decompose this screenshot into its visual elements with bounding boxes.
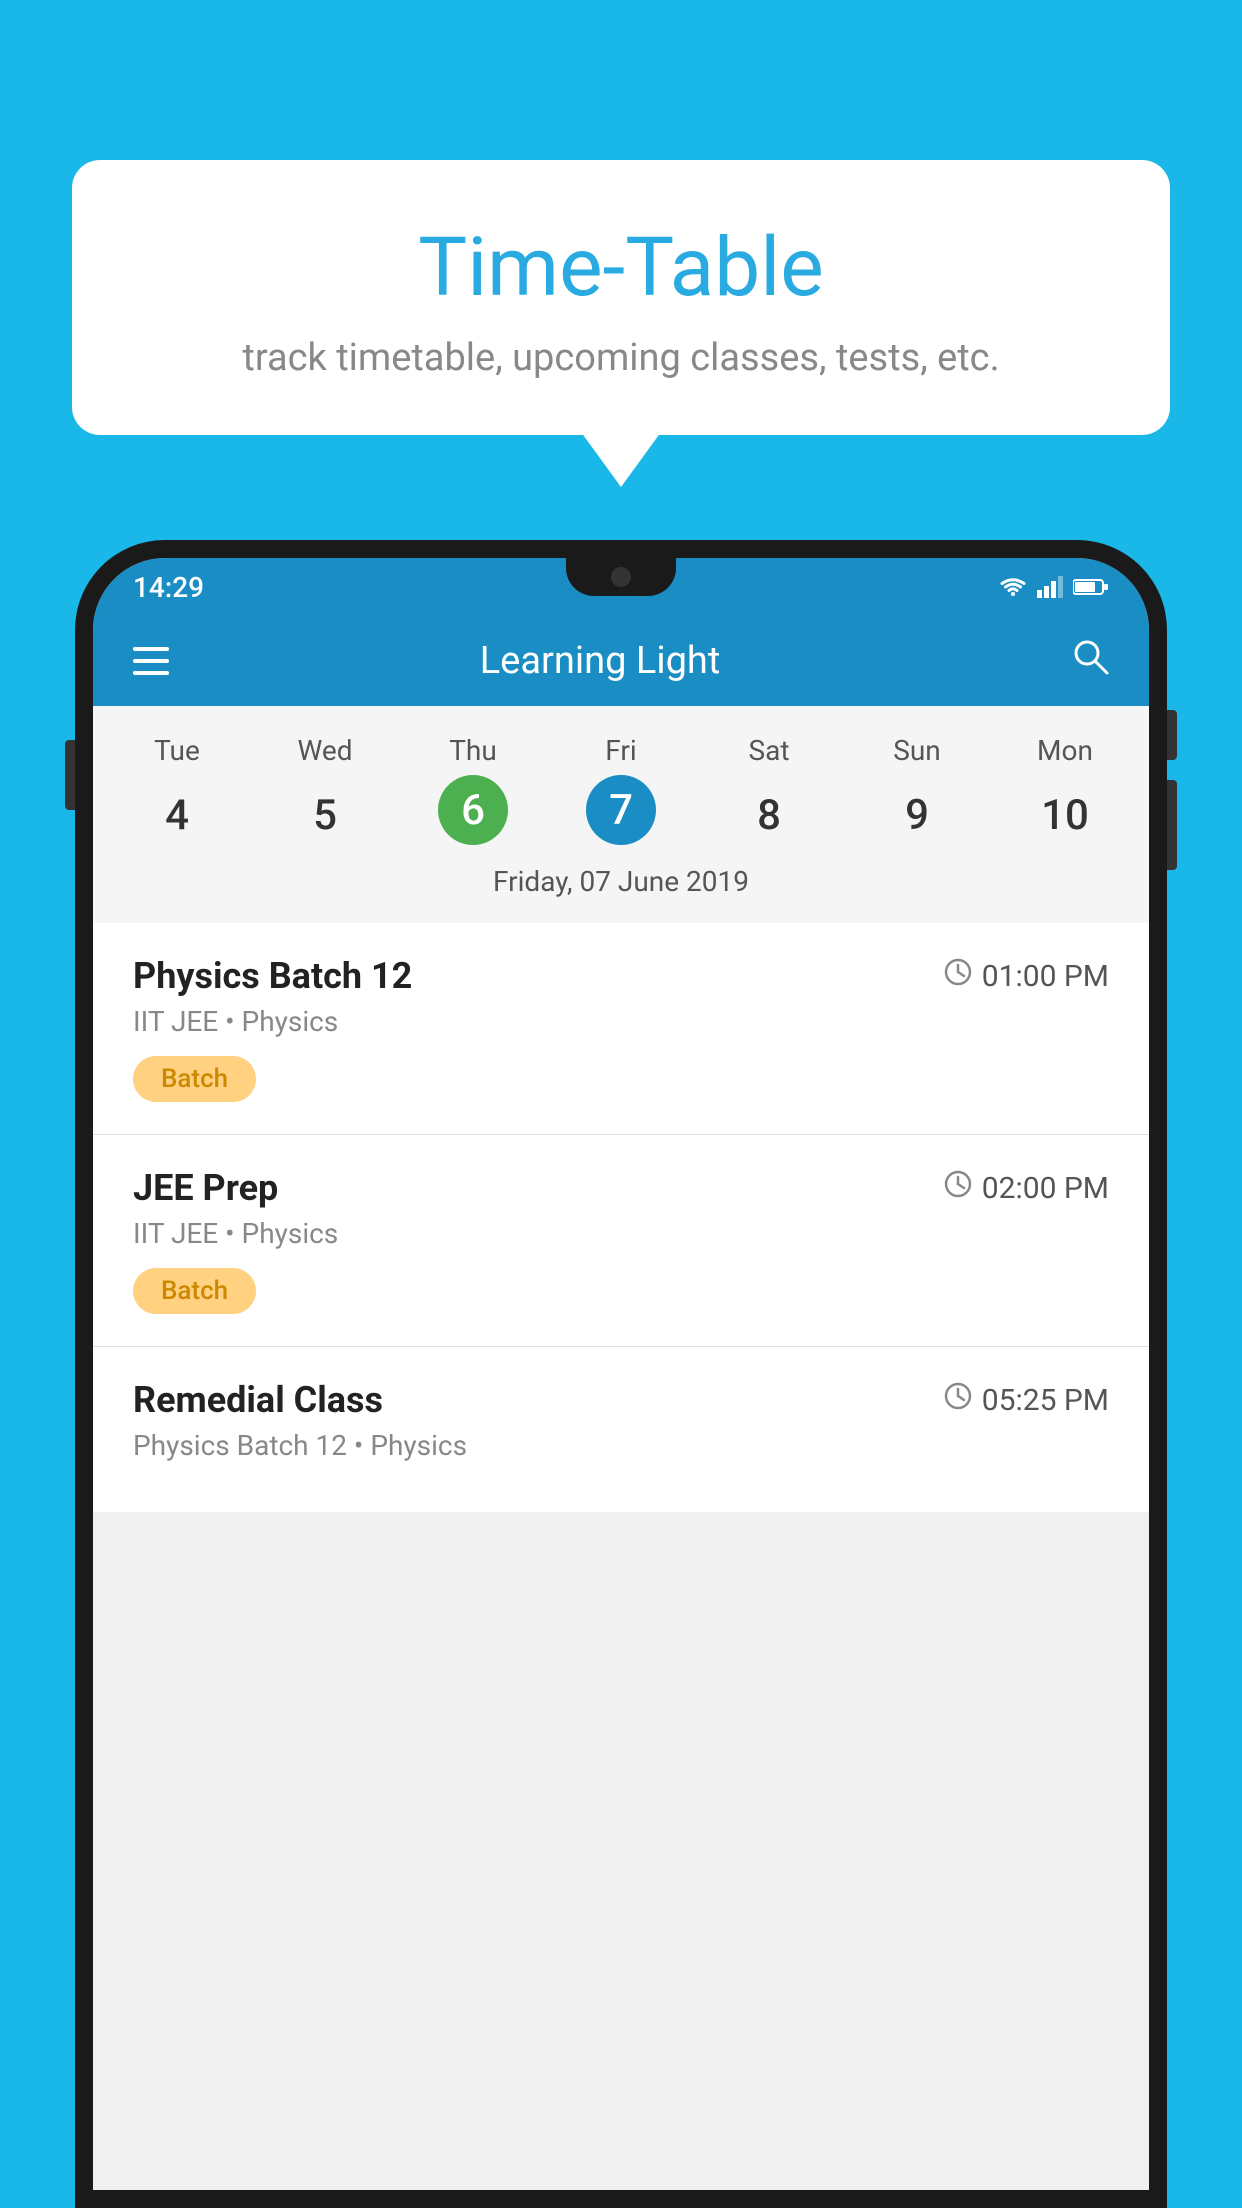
day-name-sun: Sun	[843, 726, 991, 775]
item-title-2: JEE Prep	[133, 1167, 278, 1209]
item-time-3: 05:25 PM	[944, 1382, 1109, 1418]
status-icons	[999, 576, 1109, 598]
clock-icon-2	[944, 1170, 972, 1206]
item-header-2: JEE Prep 02:00 PM	[133, 1167, 1109, 1209]
camera	[611, 567, 631, 587]
phone-screen: 14:29	[93, 558, 1149, 2190]
day-9[interactable]: 9	[843, 775, 991, 855]
day-name-tue: Tue	[103, 726, 251, 775]
power-button	[1167, 710, 1177, 760]
speech-bubble: Time-Table track timetable, upcoming cla…	[72, 160, 1170, 435]
signal-icon	[1037, 576, 1063, 598]
day-name-wed: Wed	[251, 726, 399, 775]
day-7-selected[interactable]: 7	[586, 775, 656, 845]
day-names: Tue Wed Thu Fri Sat Sun Mon	[93, 726, 1149, 775]
volume-button-right	[1167, 780, 1177, 870]
day-8[interactable]: 8	[695, 775, 843, 855]
item-time-1: 01:00 PM	[944, 958, 1109, 994]
day-numbers: 4 5 6 7 8 9 10	[93, 775, 1149, 855]
battery-icon	[1073, 578, 1109, 596]
batch-badge-1: Batch	[133, 1056, 256, 1102]
selected-date-label: Friday, 07 June 2019	[93, 855, 1149, 913]
bubble-title: Time-Table	[122, 220, 1120, 316]
item-header-3: Remedial Class 05:25 PM	[133, 1379, 1109, 1421]
item-subtitle-2: IIT JEE • Physics	[133, 1217, 1109, 1250]
day-name-sat: Sat	[695, 726, 843, 775]
hamburger-menu-button[interactable]	[133, 647, 169, 675]
hamburger-line	[133, 659, 169, 663]
day-4[interactable]: 4	[103, 775, 251, 855]
day-10[interactable]: 10	[991, 775, 1139, 855]
phone-mockup: 14:29	[75, 540, 1167, 2208]
clock-icon-3	[944, 1382, 972, 1418]
notch	[566, 558, 676, 596]
schedule-item-3[interactable]: Remedial Class 05:25 PM	[93, 1347, 1149, 1512]
item-subtitle-3: Physics Batch 12 • Physics	[133, 1429, 1109, 1462]
app-bar: Learning Light	[93, 616, 1149, 706]
volume-button	[65, 740, 75, 810]
clock-icon-1	[944, 958, 972, 994]
schedule-item-2[interactable]: JEE Prep 02:00 PM	[93, 1135, 1149, 1347]
batch-badge-2: Batch	[133, 1268, 256, 1314]
day-name-mon: Mon	[991, 726, 1139, 775]
time-text-1: 01:00 PM	[982, 959, 1109, 994]
hamburger-line	[133, 671, 169, 675]
day-name-fri: Fri	[547, 726, 695, 775]
day-6-today[interactable]: 6	[438, 775, 508, 845]
phone-outer: 14:29	[75, 540, 1167, 2208]
time-text-2: 02:00 PM	[982, 1171, 1109, 1206]
wifi-icon	[999, 576, 1027, 598]
time-text-3: 05:25 PM	[982, 1383, 1109, 1418]
status-time: 14:29	[133, 571, 204, 604]
item-time-2: 02:00 PM	[944, 1170, 1109, 1206]
calendar-strip: Tue Wed Thu Fri Sat Sun Mon 4 5 6 7 8 9 …	[93, 706, 1149, 923]
item-title-1: Physics Batch 12	[133, 955, 412, 997]
schedule-container: Physics Batch 12 01:00 PM	[93, 923, 1149, 1512]
item-subtitle-1: IIT JEE • Physics	[133, 1005, 1109, 1038]
day-5[interactable]: 5	[251, 775, 399, 855]
hamburger-line	[133, 647, 169, 651]
day-name-thu: Thu	[399, 726, 547, 775]
bubble-subtitle: track timetable, upcoming classes, tests…	[122, 336, 1120, 380]
app-title: Learning Light	[199, 639, 1001, 683]
item-header-1: Physics Batch 12 01:00 PM	[133, 955, 1109, 997]
search-icon[interactable]	[1071, 637, 1109, 685]
item-title-3: Remedial Class	[133, 1379, 383, 1421]
schedule-item-1[interactable]: Physics Batch 12 01:00 PM	[93, 923, 1149, 1135]
